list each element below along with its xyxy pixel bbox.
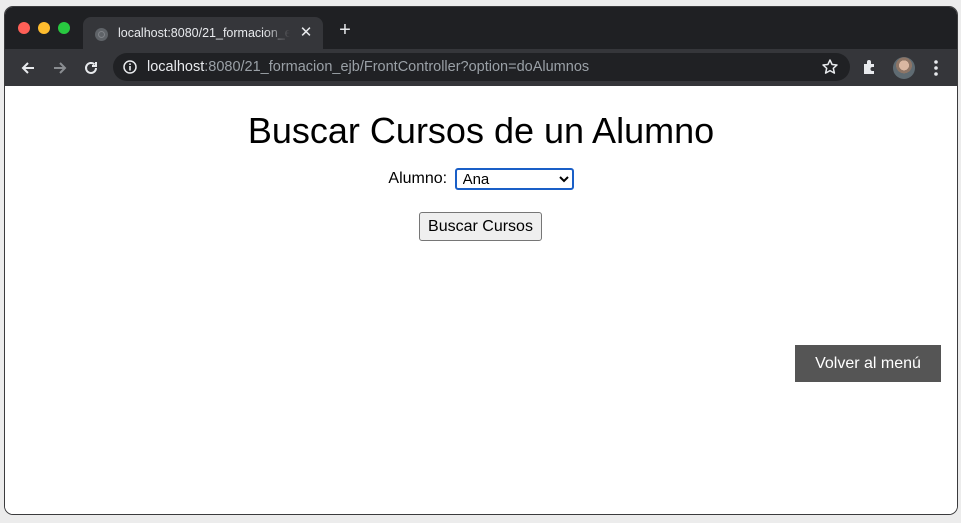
- globe-icon: [95, 28, 108, 41]
- alumno-form-row: Alumno: Ana: [5, 168, 957, 190]
- buscar-cursos-button[interactable]: Buscar Cursos: [419, 212, 542, 241]
- new-tab-button[interactable]: +: [335, 20, 355, 40]
- address-bar[interactable]: localhost:8080/21_formacion_ejb/FrontCon…: [113, 53, 850, 81]
- info-icon[interactable]: [123, 60, 137, 74]
- minimize-window-button[interactable]: [38, 22, 50, 34]
- browser-window: localhost:8080/21_formacion_ejb ✕ + loca…: [4, 6, 958, 515]
- kebab-menu-icon[interactable]: [931, 58, 941, 78]
- forward-arrow-icon[interactable]: [49, 57, 71, 79]
- back-arrow-icon[interactable]: [17, 57, 39, 79]
- page-content: Buscar Cursos de un Alumno Alumno: Ana B…: [5, 86, 957, 514]
- close-window-button[interactable]: [18, 22, 30, 34]
- page-title: Buscar Cursos de un Alumno: [247, 110, 715, 151]
- bookmark-star-icon[interactable]: [821, 58, 839, 76]
- url-text[interactable]: localhost:8080/21_formacion_ejb/FrontCon…: [147, 59, 589, 75]
- browser-tab[interactable]: localhost:8080/21_formacion_ejb ✕: [83, 17, 323, 51]
- title-bar: localhost:8080/21_formacion_ejb ✕ +: [5, 7, 957, 51]
- url-host: localhost: [147, 59, 205, 75]
- alumno-select[interactable]: Ana: [454, 168, 574, 190]
- puzzle-icon[interactable]: [861, 58, 879, 76]
- tab-close-icon[interactable]: ✕: [298, 25, 314, 41]
- profile-avatar[interactable]: [893, 57, 915, 79]
- tab-title: localhost:8080/21_formacion_ejb: [118, 26, 290, 40]
- url-path: :8080/21_formacion_ejb/FrontController?o…: [204, 59, 590, 75]
- browser-toolbar: localhost:8080/21_formacion_ejb/FrontCon…: [5, 49, 957, 86]
- reload-icon[interactable]: [80, 57, 102, 79]
- volver-menu-button[interactable]: Volver al menú: [795, 345, 941, 382]
- maximize-window-button[interactable]: [58, 22, 70, 34]
- alumno-label: Alumno:: [388, 170, 448, 187]
